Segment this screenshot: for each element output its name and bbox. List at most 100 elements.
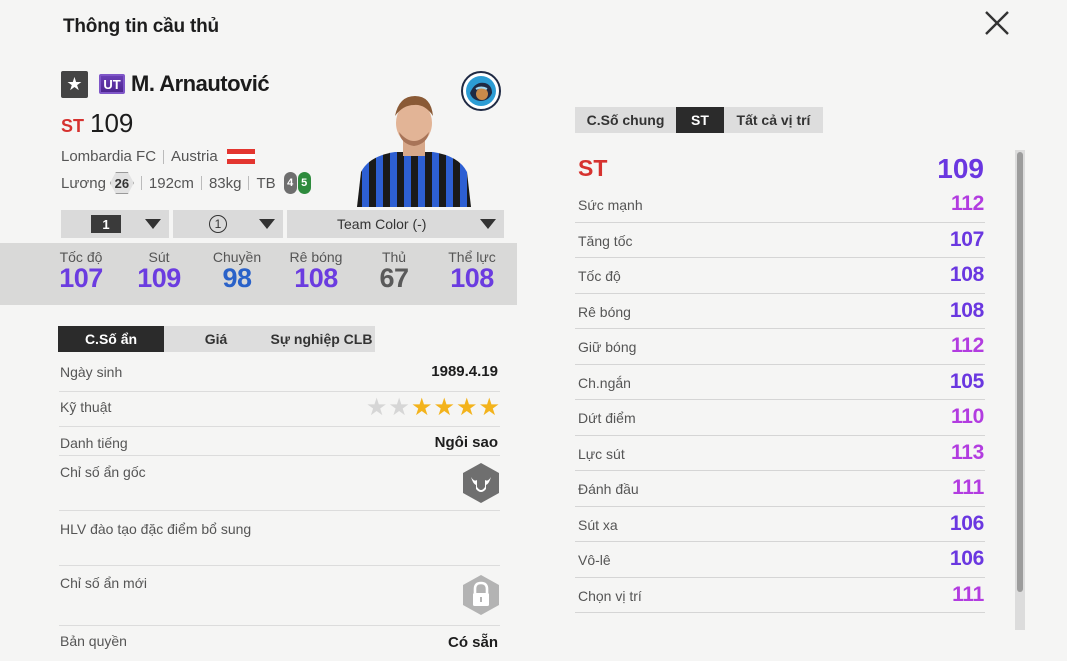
summary-value: 67 bbox=[379, 263, 409, 293]
attribute-row: Chọn vị trí 111 bbox=[575, 578, 985, 613]
divider bbox=[163, 149, 165, 164]
position-tabs: C.Số chung ST Tất cả vị trí bbox=[575, 107, 823, 133]
favorite-star-icon[interactable]: ★ bbox=[61, 70, 88, 98]
summary-value: 108 bbox=[294, 263, 338, 293]
summary-physical: Thể lực 108 bbox=[437, 249, 507, 294]
summary-passing: Chuyền 98 bbox=[202, 249, 272, 294]
divider bbox=[140, 176, 142, 190]
divider bbox=[248, 176, 250, 190]
selector-row: 1 1 Team Color (-) bbox=[61, 210, 504, 238]
summary-value: 109 bbox=[137, 263, 181, 293]
detail-license: Bản quyền Có sẵn bbox=[59, 626, 500, 656]
close-button[interactable] bbox=[982, 8, 1012, 38]
bull-trait-icon[interactable] bbox=[462, 462, 500, 504]
upgrade-selector[interactable]: 1 bbox=[173, 210, 283, 238]
detail-skill: Kỹ thuật ★ ★ ★ ★ ★ ★ bbox=[59, 392, 500, 427]
summary-dribbling: Rê bóng 108 bbox=[281, 249, 351, 294]
attribute-value: 106 bbox=[949, 511, 984, 535]
nation-name: Austria bbox=[171, 148, 218, 165]
position-ovr: 109 bbox=[90, 108, 134, 138]
attribute-value: 107 bbox=[949, 227, 984, 251]
attribute-value: 108 bbox=[949, 298, 984, 322]
position-label: ST bbox=[61, 116, 85, 136]
attribute-value: 111 bbox=[952, 582, 984, 606]
dropdown-arrow-icon bbox=[259, 219, 275, 229]
attribute-row: Sức mạnh 112 bbox=[575, 187, 985, 223]
detail-label: Chỉ số ẩn gốc bbox=[60, 464, 146, 480]
attribute-row: Lực sút 113 bbox=[575, 436, 985, 471]
player-name-row: ★ UT M. Arnautović bbox=[61, 70, 270, 98]
attribute-value: 112 bbox=[951, 334, 984, 357]
attribute-row: Giữ bóng 112 bbox=[575, 329, 985, 365]
page-title: Thông tin cầu thủ bbox=[63, 16, 219, 37]
left-foot-value: 4 bbox=[283, 172, 297, 194]
detail-label: HLV đào tạo đặc điểm bổ sung bbox=[60, 521, 252, 537]
summary-value: 107 bbox=[59, 263, 103, 293]
star-filled-icon: ★ bbox=[478, 394, 500, 421]
attribute-position: ST bbox=[578, 155, 608, 181]
star-filled-icon: ★ bbox=[455, 394, 478, 421]
detail-label: Danh tiếng bbox=[60, 435, 128, 451]
position-row: ST 109 bbox=[61, 108, 133, 139]
detail-value: 1989.4.19 bbox=[431, 363, 498, 380]
attribute-row: Vô-lê 106 bbox=[575, 542, 985, 578]
detail-label: Chỉ số ẩn mới bbox=[60, 575, 147, 591]
close-icon[interactable] bbox=[982, 8, 1012, 38]
attribute-row: Dứt điểm 110 bbox=[575, 400, 985, 436]
attribute-row: Đánh đầu 111 bbox=[575, 471, 985, 507]
season-badge: UT bbox=[99, 74, 125, 94]
attribute-label: Lực sút bbox=[578, 445, 625, 462]
attribute-header: ST 109 bbox=[578, 153, 984, 184]
lock-icon[interactable] bbox=[462, 574, 500, 616]
attribute-label: Vô-lê bbox=[578, 552, 611, 568]
detail-label: Bản quyền bbox=[60, 633, 127, 649]
detail-birthdate: Ngày sinh 1989.4.19 bbox=[59, 357, 500, 392]
tab-hidden-stats[interactable]: C.Số ẩn bbox=[58, 326, 164, 352]
tab-all-positions[interactable]: Tất cả vị trí bbox=[724, 107, 823, 133]
star-filled-icon: ★ bbox=[410, 394, 433, 421]
dropdown-arrow-icon bbox=[480, 219, 496, 229]
team-color-value: Team Color (-) bbox=[337, 216, 427, 232]
attribute-list: Sức mạnh 112 Tăng tốc 107 Tốc độ 108 Rê … bbox=[575, 187, 985, 613]
attribute-label: Giữ bóng bbox=[578, 339, 637, 355]
summary-value: 108 bbox=[450, 263, 494, 293]
attribute-value: 105 bbox=[949, 369, 984, 393]
attribute-label: Tốc độ bbox=[578, 268, 621, 284]
player-photo bbox=[357, 96, 471, 207]
foot-rating: 4 5 bbox=[283, 172, 311, 194]
upgrade-value: 1 bbox=[209, 215, 227, 233]
summary-defending: Thủ 67 bbox=[359, 249, 429, 294]
level-selector[interactable]: 1 bbox=[61, 210, 169, 238]
attribute-value: 113 bbox=[951, 440, 984, 464]
skill-stars: ★ ★ ★ ★ ★ ★ bbox=[366, 396, 500, 420]
attribute-value: 108 bbox=[949, 263, 984, 286]
star-empty-icon: ★ bbox=[365, 394, 388, 421]
dropdown-arrow-icon bbox=[145, 219, 161, 229]
team-color-selector[interactable]: Team Color (-) bbox=[287, 210, 504, 238]
detail-label: Ngày sinh bbox=[60, 364, 123, 380]
summary-value: 98 bbox=[222, 263, 252, 293]
tab-club-career[interactable]: Sự nghiệp CLB bbox=[268, 326, 375, 352]
tab-price[interactable]: Giá bbox=[164, 326, 268, 352]
detail-tabs: C.Số ẩn Giá Sự nghiệp CLB bbox=[58, 326, 375, 352]
attribute-label: Sút xa bbox=[578, 516, 618, 533]
weight-value: 83kg bbox=[208, 174, 242, 192]
player-name: M. Arnautović bbox=[131, 71, 270, 96]
scrollbar-thumb[interactable] bbox=[1017, 152, 1023, 592]
attribute-row: Rê bóng 108 bbox=[575, 294, 985, 329]
detail-coach-trait: HLV đào tạo đặc điểm bổ sung bbox=[59, 511, 500, 566]
detail-new-trait: Chỉ số ẩn mới bbox=[59, 566, 500, 626]
attribute-row: Ch.ngắn 105 bbox=[575, 365, 985, 400]
attribute-label: Chọn vị trí bbox=[578, 587, 642, 604]
detail-value: Ngôi sao bbox=[434, 434, 498, 451]
attribute-label: Tăng tốc bbox=[578, 232, 633, 249]
attribute-scrollbar[interactable] bbox=[1015, 150, 1025, 630]
tab-general-stats[interactable]: C.Số chung bbox=[575, 107, 676, 133]
attribute-value: 106 bbox=[949, 547, 984, 570]
tab-position-st[interactable]: ST bbox=[676, 107, 724, 133]
detail-base-trait: Chỉ số ẩn gốc bbox=[59, 456, 500, 511]
attribute-label: Dứt điểm bbox=[578, 410, 636, 426]
detail-label: Kỹ thuật bbox=[60, 399, 112, 415]
attribute-row: Tăng tốc 107 bbox=[575, 223, 985, 258]
detail-value: Có sẵn bbox=[447, 634, 498, 651]
